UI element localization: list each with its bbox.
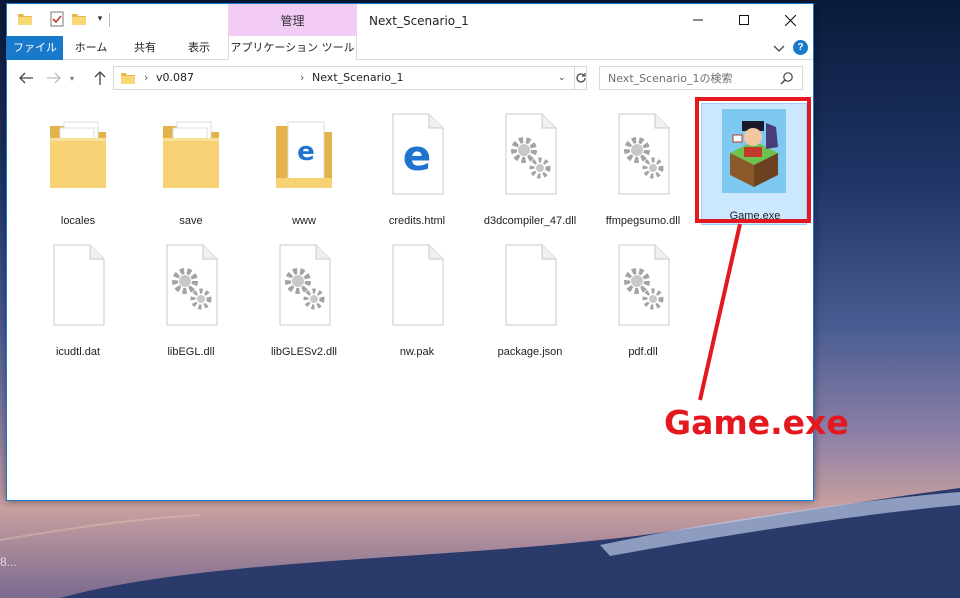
search-input[interactable] [600,67,776,89]
file-name: d3dcompiler_47.dll [483,215,577,227]
chevron-down-icon[interactable] [771,40,787,56]
folder-icon [163,121,219,188]
tab-home[interactable]: ホーム [65,36,117,60]
forward-button[interactable] [45,69,63,87]
file-name: libGLESv2.dll [270,346,338,358]
properties-icon[interactable] [49,11,65,27]
gear-file-icon [166,244,218,326]
tab-file[interactable]: ファイル [7,36,63,60]
arrow-up-icon [94,71,106,85]
folder-icon [121,73,135,84]
file-name: nw.pak [399,346,435,358]
file-name: pdf.dll [628,346,658,358]
maximize-icon [739,15,749,25]
close-icon [784,14,796,26]
tab-view[interactable]: 表示 [173,36,225,60]
desktop-edge-text: 8... [0,555,17,569]
blank-file-icon [505,244,557,326]
blank-file-icon [53,244,105,326]
list-item[interactable]: e credits.html [364,108,470,228]
file-name: locales [60,215,96,227]
file-name: icudtl.dat [55,346,101,358]
svg-text:e: e [403,131,432,180]
svg-text:e: e [297,137,315,167]
title-bar[interactable]: ▾ 管理 Next_Scenario_1 [7,4,813,36]
tab-share[interactable]: 共有 [119,36,171,60]
toolbar-divider [109,13,110,27]
list-item[interactable]: libEGL.dll [138,239,244,359]
list-item[interactable]: d3dcompiler_47.dll [477,108,583,242]
blank-file-icon [392,244,444,326]
arrow-right-icon [47,72,61,84]
list-item[interactable]: e www [251,108,357,228]
search-icon[interactable] [780,71,794,85]
window-title: Next_Scenario_1 [369,14,469,28]
gear-file-icon [618,244,670,326]
up-button[interactable] [91,69,109,87]
folder-icon [50,121,106,188]
list-item[interactable]: ffmpegsumo.dll [590,108,696,228]
gear-file-icon [279,244,331,326]
address-bar[interactable]: › v0.087 › Next_Scenario_1 ⌄ [113,66,587,90]
file-name: ffmpegsumo.dll [605,215,681,227]
list-item[interactable]: package.json [477,239,583,359]
refresh-button[interactable] [574,67,587,89]
file-name: www [292,215,316,227]
gear-file-icon [618,113,670,195]
arrow-left-icon [19,72,33,84]
maximize-button[interactable] [721,4,767,36]
list-item[interactable]: libGLESv2.dll [251,239,357,359]
refresh-icon [576,73,586,83]
close-button[interactable] [767,4,813,36]
file-name: libEGL.dll [167,346,215,358]
search-box[interactable] [599,66,803,90]
minimize-button[interactable] [675,4,721,36]
list-item[interactable]: icudtl.dat [25,239,131,359]
navigation-bar: ▾ › v0.087 › Next_Scenario_1 ⌄ [7,61,813,95]
back-button[interactable] [17,69,35,87]
contextual-tab-header: 管理 [228,4,357,36]
annotation-highlight-box [695,97,811,223]
edge-icon: e [392,113,444,195]
chevron-down-icon[interactable]: ▾ [95,10,105,26]
folder-edge-icon: e [276,121,332,188]
breadcrumb-item[interactable]: Next_Scenario_1 [312,67,403,89]
chevron-right-icon[interactable]: › [144,67,148,89]
file-name: package.json [497,346,563,358]
chevron-down-icon[interactable]: ⌄ [558,67,566,89]
file-name: save [179,215,203,227]
chevron-right-icon[interactable]: › [300,67,304,89]
list-item[interactable]: locales [25,108,131,228]
file-name: credits.html [388,215,446,227]
gear-file-icon [505,113,557,195]
ribbon-tab-bar: ファイル ホーム 共有 表示 アプリケーション ツール ? [7,36,813,60]
list-item[interactable]: nw.pak [364,239,470,359]
folder-icon[interactable] [17,11,33,27]
list-item[interactable]: pdf.dll [590,239,696,359]
recent-locations-button[interactable]: ▾ [67,69,77,87]
chevron-down-icon: ▾ [69,73,74,83]
annotation-label: Game.exe [664,403,849,442]
tab-application-tools[interactable]: アプリケーション ツール [228,36,357,60]
breadcrumb-item[interactable]: v0.087 [156,67,194,89]
new-folder-icon[interactable] [71,11,87,27]
minimize-icon [693,19,703,21]
help-icon[interactable]: ? [793,40,808,55]
list-item[interactable]: save [138,108,244,228]
